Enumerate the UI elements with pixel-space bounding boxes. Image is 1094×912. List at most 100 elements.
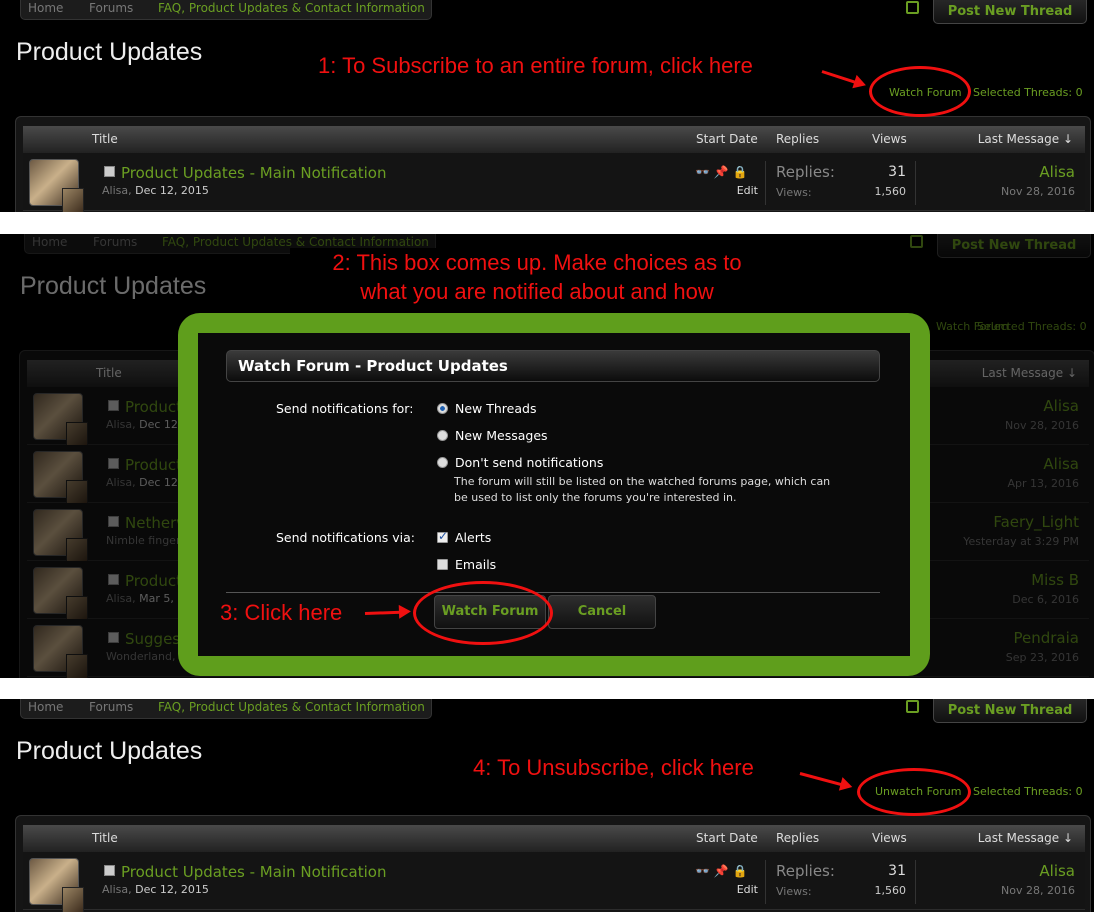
col-last-message[interactable]: Last Message ↓ (978, 831, 1073, 845)
checkbox-icon[interactable] (437, 559, 448, 570)
avatar[interactable] (29, 858, 84, 912)
breadcrumb-faq[interactable]: FAQ, Product Updates & Contact Informati… (158, 1, 425, 15)
col-title[interactable]: Title (92, 132, 118, 146)
arrow-icon (821, 70, 869, 92)
col-views[interactable]: Views (872, 831, 907, 845)
divider (915, 860, 916, 904)
highlight-circle (869, 66, 971, 117)
thread-status-icons: 👓 📌 🔒 (695, 165, 748, 179)
annotation-step2-line1: 2: This box comes up. Make choices as to (332, 250, 742, 275)
annotation-step4: 4: To Unsubscribe, click here (473, 755, 754, 780)
option-label: Alerts (455, 530, 492, 545)
panel-subscribe: Home Forums FAQ, Product Updates & Conta… (0, 0, 1094, 212)
avatar-small (62, 887, 84, 912)
views-count: 1,560 (874, 884, 907, 897)
annotation-step1: 1: To Subscribe to an entire forum, clic… (318, 53, 753, 78)
avatar[interactable] (29, 159, 84, 212)
breadcrumb-faq[interactable]: FAQ, Product Updates & Contact Informati… (158, 700, 425, 714)
post-new-thread-button[interactable]: Post New Thread (933, 699, 1087, 723)
thread-row[interactable]: Product Updates - Main Notification Alis… (23, 153, 1085, 212)
annotation-step2-line2: what you are notified about and how (360, 279, 714, 304)
highlight-circle (857, 768, 971, 816)
checkbox-emails[interactable]: Emails (437, 557, 496, 572)
col-replies[interactable]: Replies (776, 132, 819, 146)
checkbox-alerts[interactable]: Alerts (437, 529, 492, 545)
breadcrumb-forums[interactable]: Forums (89, 700, 133, 714)
option-label: Don't send notifications (455, 455, 604, 470)
highlight-circle (413, 581, 553, 645)
checkbox-icon[interactable] (437, 529, 448, 543)
radio-icon[interactable] (437, 430, 448, 441)
edit-link[interactable]: Edit (737, 184, 758, 197)
col-title[interactable]: Title (92, 831, 118, 845)
replies-count: 31 (888, 863, 906, 879)
thread-title[interactable]: Product Updates - Main Notification (121, 164, 386, 182)
breadcrumb: Home Forums FAQ, Product Updates & Conta… (20, 0, 432, 20)
cancel-button[interactable]: Cancel (548, 595, 656, 629)
thread-date: Dec 12, 2015 (135, 883, 209, 896)
annotation-step3: 3: Click here (220, 600, 343, 625)
option-label: New Messages (455, 428, 548, 443)
divider (915, 161, 916, 205)
thread-date: Dec 12, 2015 (135, 184, 209, 197)
col-start-date[interactable]: Start Date (696, 132, 758, 146)
divider (765, 161, 766, 205)
select-checkbox[interactable] (104, 865, 115, 876)
col-views[interactable]: Views (872, 132, 907, 146)
avatar-small (62, 188, 84, 212)
thread-meta: Alisa, Dec 12, 2015 (102, 184, 209, 197)
post-new-thread-button[interactable]: Post New Thread (933, 0, 1087, 24)
edit-link[interactable]: Edit (737, 883, 758, 896)
desc-line: be used to list only the forums you're i… (454, 491, 737, 504)
external-link-icon[interactable] (906, 1, 919, 14)
desc-line: The forum will still be listed on the wa… (454, 475, 831, 488)
table-header: Title Start Date Replies Views Last Mess… (23, 126, 1085, 153)
views-label: Views: (776, 186, 812, 199)
replies-label: Replies: (776, 163, 835, 181)
thread-author[interactable]: Alisa (102, 883, 128, 896)
selected-threads[interactable]: Selected Threads: 0 (973, 785, 1083, 798)
radio-icon[interactable] (437, 457, 448, 468)
thread-meta: Alisa, Dec 12, 2015 (102, 883, 209, 896)
option-label: Emails (455, 557, 497, 572)
option-label: New Threads (455, 401, 537, 416)
thread-title[interactable]: Product Updates - Main Notification (121, 863, 386, 881)
radio-new-messages[interactable]: New Messages (437, 428, 548, 443)
thread-list: Title Start Date Replies Views Last Mess… (15, 815, 1091, 912)
option-description: The forum will still be listed on the wa… (454, 474, 830, 506)
notify-via-label: Send notifications via: (276, 530, 415, 545)
breadcrumb-forums[interactable]: Forums (89, 1, 133, 15)
breadcrumb-home[interactable]: Home (28, 700, 63, 714)
divider (0, 678, 1094, 699)
replies-count: 31 (888, 164, 906, 180)
col-replies[interactable]: Replies (776, 831, 819, 845)
breadcrumb: Home Forums FAQ, Product Updates & Conta… (20, 699, 432, 719)
radio-dont-send[interactable]: Don't send notifications (437, 455, 603, 470)
last-message-date[interactable]: Nov 28, 2016 (1001, 185, 1075, 198)
last-message-date[interactable]: Nov 28, 2016 (1001, 884, 1075, 897)
dialog-title: Watch Forum - Product Updates (226, 350, 880, 382)
external-link-icon[interactable] (906, 700, 919, 713)
selected-threads[interactable]: Selected Threads: 0 (973, 86, 1083, 99)
views-count: 1,560 (874, 185, 907, 198)
last-message-user[interactable]: Alisa (1039, 163, 1075, 181)
col-start-date[interactable]: Start Date (696, 831, 758, 845)
thread-row[interactable]: Product Updates - Main Notification Alis… (23, 852, 1085, 912)
radio-new-threads[interactable]: New Threads (437, 401, 536, 416)
views-label: Views: (776, 885, 812, 898)
notify-for-label: Send notifications for: (276, 401, 414, 416)
replies-label: Replies: (776, 862, 835, 880)
page-title: Product Updates (16, 38, 203, 66)
thread-author[interactable]: Alisa (102, 184, 128, 197)
thread-list: Title Start Date Replies Views Last Mess… (15, 116, 1091, 212)
annotation-box: 2: This box comes up. Make choices as to… (290, 248, 784, 308)
col-last-message[interactable]: Last Message ↓ (978, 132, 1073, 146)
panel-modal: Home Forums FAQ, Product Updates & Conta… (0, 234, 1094, 678)
breadcrumb-home[interactable]: Home (28, 1, 63, 15)
page-title: Product Updates (16, 737, 203, 765)
select-checkbox[interactable] (104, 166, 115, 177)
last-message-user[interactable]: Alisa (1039, 862, 1075, 880)
arrow-icon (799, 772, 855, 794)
radio-icon[interactable] (437, 403, 448, 414)
divider (0, 212, 1094, 235)
